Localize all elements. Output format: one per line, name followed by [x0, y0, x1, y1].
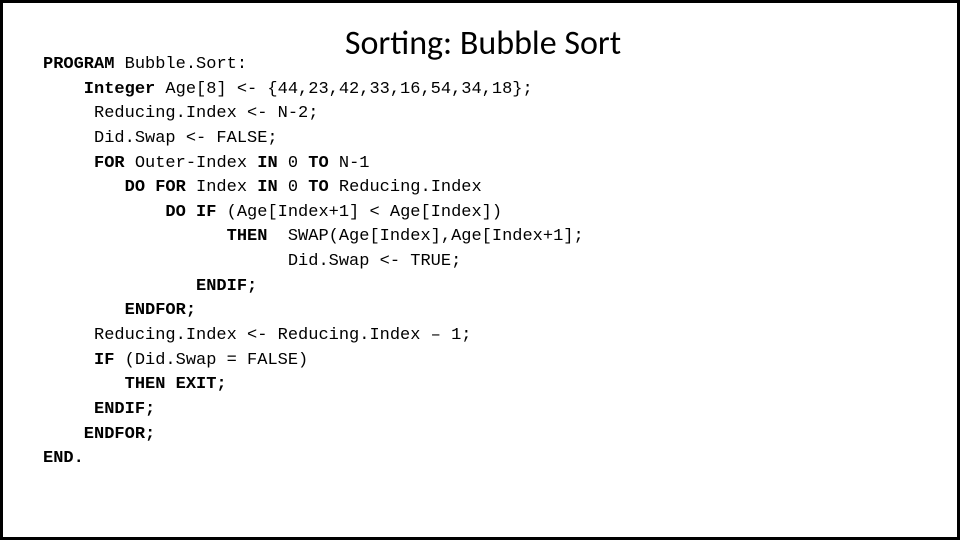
code-text: (Did.Swap = FALSE) — [114, 351, 308, 370]
slide-frame: Sorting: Bubble Sort PROGRAM Bubble.Sort… — [0, 0, 960, 540]
code-text: Reducing.Index — [329, 178, 482, 197]
code-text: Did.Swap <- FALSE; — [43, 129, 278, 148]
code-text: Age[8] <- {44,23,42,33,16,54,34,18}; — [155, 80, 532, 99]
kw-do-if: DO IF — [43, 203, 216, 222]
kw-to: TO — [308, 178, 328, 197]
slide-title: Sorting: Bubble Sort — [3, 23, 960, 64]
code-text: 0 — [278, 178, 309, 197]
code-text: Reducing.Index <- Reducing.Index – 1; — [43, 326, 471, 345]
code-text: SWAP(Age[Index],Age[Index+1]; — [267, 227, 583, 246]
kw-then: THEN — [43, 227, 267, 246]
kw-for: FOR — [43, 154, 125, 173]
kw-to: TO — [308, 154, 328, 173]
kw-do-for: DO FOR — [43, 178, 186, 197]
code-text: Did.Swap <- TRUE; — [43, 252, 461, 271]
kw-in: IN — [257, 178, 277, 197]
code-text: (Age[Index+1] < Age[Index]) — [216, 203, 502, 222]
kw-integer: Integer — [43, 80, 155, 99]
kw-endif: ENDIF; — [43, 400, 155, 419]
kw-end: END. — [43, 449, 84, 468]
kw-in: IN — [257, 154, 277, 173]
code-text: Outer-Index — [125, 154, 258, 173]
code-text: 0 — [278, 154, 309, 173]
kw-endfor: ENDFOR; — [43, 301, 196, 320]
code-text: Index — [186, 178, 257, 197]
kw-endfor: ENDFOR; — [43, 425, 155, 444]
kw-then-exit: THEN EXIT; — [43, 375, 227, 394]
code-block: PROGRAM Bubble.Sort: Integer Age[8] <- {… — [43, 53, 917, 472]
kw-if: IF — [43, 351, 114, 370]
code-text: N-1 — [329, 154, 370, 173]
kw-endif: ENDIF; — [43, 277, 257, 296]
code-text: Reducing.Index <- N-2; — [43, 104, 318, 123]
